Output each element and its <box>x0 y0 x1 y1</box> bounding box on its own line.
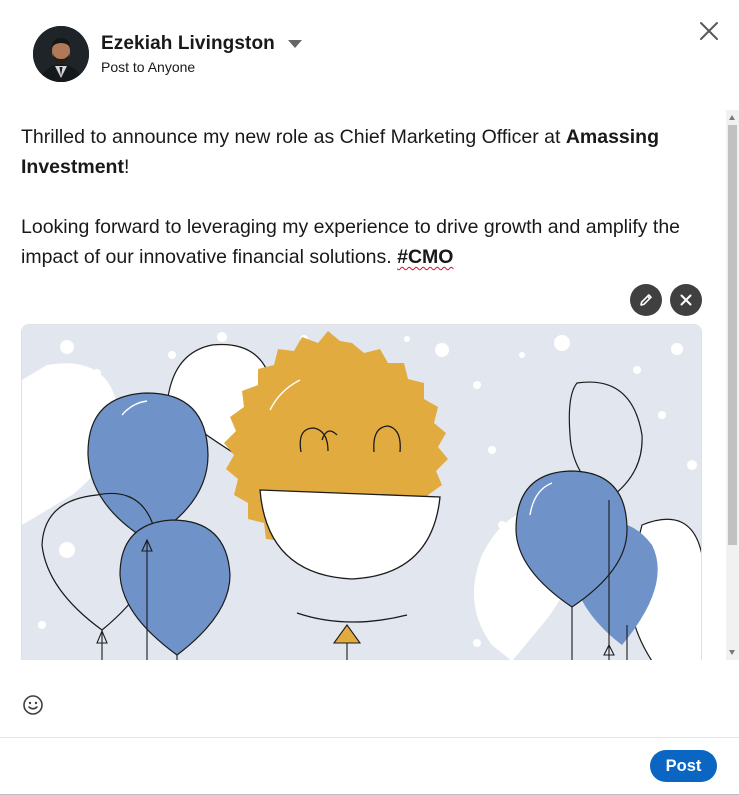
attached-image <box>21 324 702 660</box>
image-controls <box>630 284 702 316</box>
author-name: Ezekiah Livingston <box>101 33 275 54</box>
post-text-line1-end: ! <box>123 156 130 178</box>
smiley-icon[interactable] <box>21 693 45 717</box>
share-post-modal: Ezekiah Livingston Post to Anyone Thrill… <box>0 0 739 795</box>
edit-image-button[interactable] <box>630 284 662 316</box>
author-selector[interactable]: Ezekiah Livingston <box>101 33 302 55</box>
scroll-up-arrow-icon[interactable] <box>729 115 735 120</box>
remove-image-button[interactable] <box>670 284 702 316</box>
author-avatar <box>33 26 89 82</box>
scrollbar-thumb[interactable] <box>728 125 737 545</box>
close-icon[interactable] <box>696 18 722 44</box>
post-text-line1: Thrilled to announce my new role as Chie… <box>21 126 566 148</box>
footer-divider <box>0 737 739 738</box>
post-editor-scroll[interactable]: Thrilled to announce my new role as Chie… <box>0 110 739 660</box>
scroll-down-arrow-icon[interactable] <box>729 650 735 655</box>
composer-header: Ezekiah Livingston Post to Anyone <box>0 0 739 100</box>
post-paragraph-2: Looking forward to leveraging my experie… <box>21 212 701 272</box>
editor-scrollbar[interactable] <box>726 110 739 660</box>
pencil-icon <box>640 294 652 306</box>
caret-down-icon <box>287 40 302 48</box>
post-button[interactable]: Post <box>650 750 717 782</box>
hashtag: #CMO <box>397 246 454 268</box>
author-identity: Ezekiah Livingston Post to Anyone <box>101 33 302 75</box>
post-text-editor[interactable]: Thrilled to announce my new role as Chie… <box>21 122 701 272</box>
post-paragraph-1: Thrilled to announce my new role as Chie… <box>21 122 701 182</box>
remove-icon <box>680 294 692 306</box>
audience-label[interactable]: Post to Anyone <box>101 59 302 75</box>
post-text-line2: Looking forward to leveraging my experie… <box>21 216 681 268</box>
